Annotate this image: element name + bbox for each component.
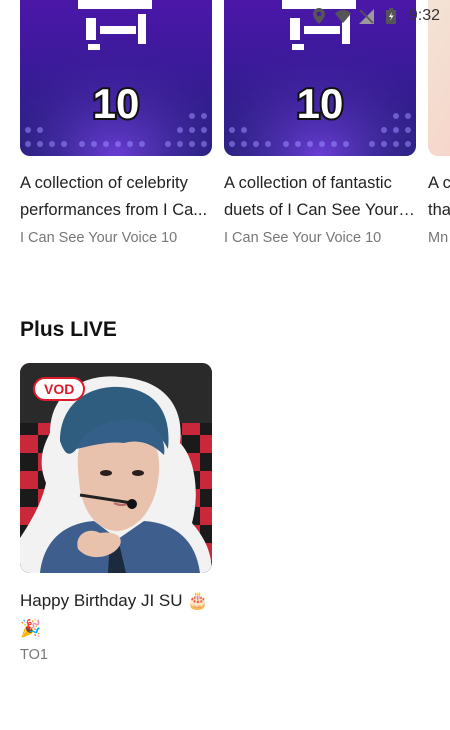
location-icon (311, 8, 327, 24)
live-card-title[interactable]: Happy Birthday JI SU 🎂 🎉 (20, 587, 212, 643)
status-time: 9:32 (408, 7, 440, 24)
battery-charging-icon (383, 8, 399, 24)
status-bar: 9:32 (0, 0, 450, 32)
program-card-title[interactable]: A c tha (428, 170, 450, 224)
program-card-subtitle: I Can See Your Voice 10 (224, 230, 382, 246)
live-thumbnail[interactable]: VOD (20, 363, 212, 573)
wifi-icon (334, 8, 351, 24)
program-carousel[interactable]: 10 A collection of celebrity performance… (20, 0, 450, 260)
program-card-subtitle: Mn (428, 230, 449, 246)
svg-text:10: 10 (297, 80, 344, 127)
vod-badge: VOD (33, 377, 86, 401)
program-card[interactable]: 10 A collection of fantastic duets of I … (224, 0, 416, 246)
program-card[interactable]: 10 A collection of celebrity performance… (20, 0, 212, 246)
signal-off-icon (359, 8, 375, 24)
program-card[interactable]: A c tha Mn (428, 0, 450, 246)
live-card[interactable]: VOD Happy Birthday JI SU 🎂 🎉 TO1 (20, 363, 212, 663)
svg-text:10: 10 (93, 80, 140, 127)
program-card-title[interactable]: A collection of celebrity performances f… (20, 170, 212, 224)
program-card-subtitle: I Can See Your Voice 10 (20, 230, 178, 246)
live-card-artist: TO1 (20, 647, 48, 663)
section-title-plus-live: Plus LIVE (20, 318, 117, 341)
program-card-title[interactable]: A collection of fantastic duets of I Can… (224, 170, 416, 224)
